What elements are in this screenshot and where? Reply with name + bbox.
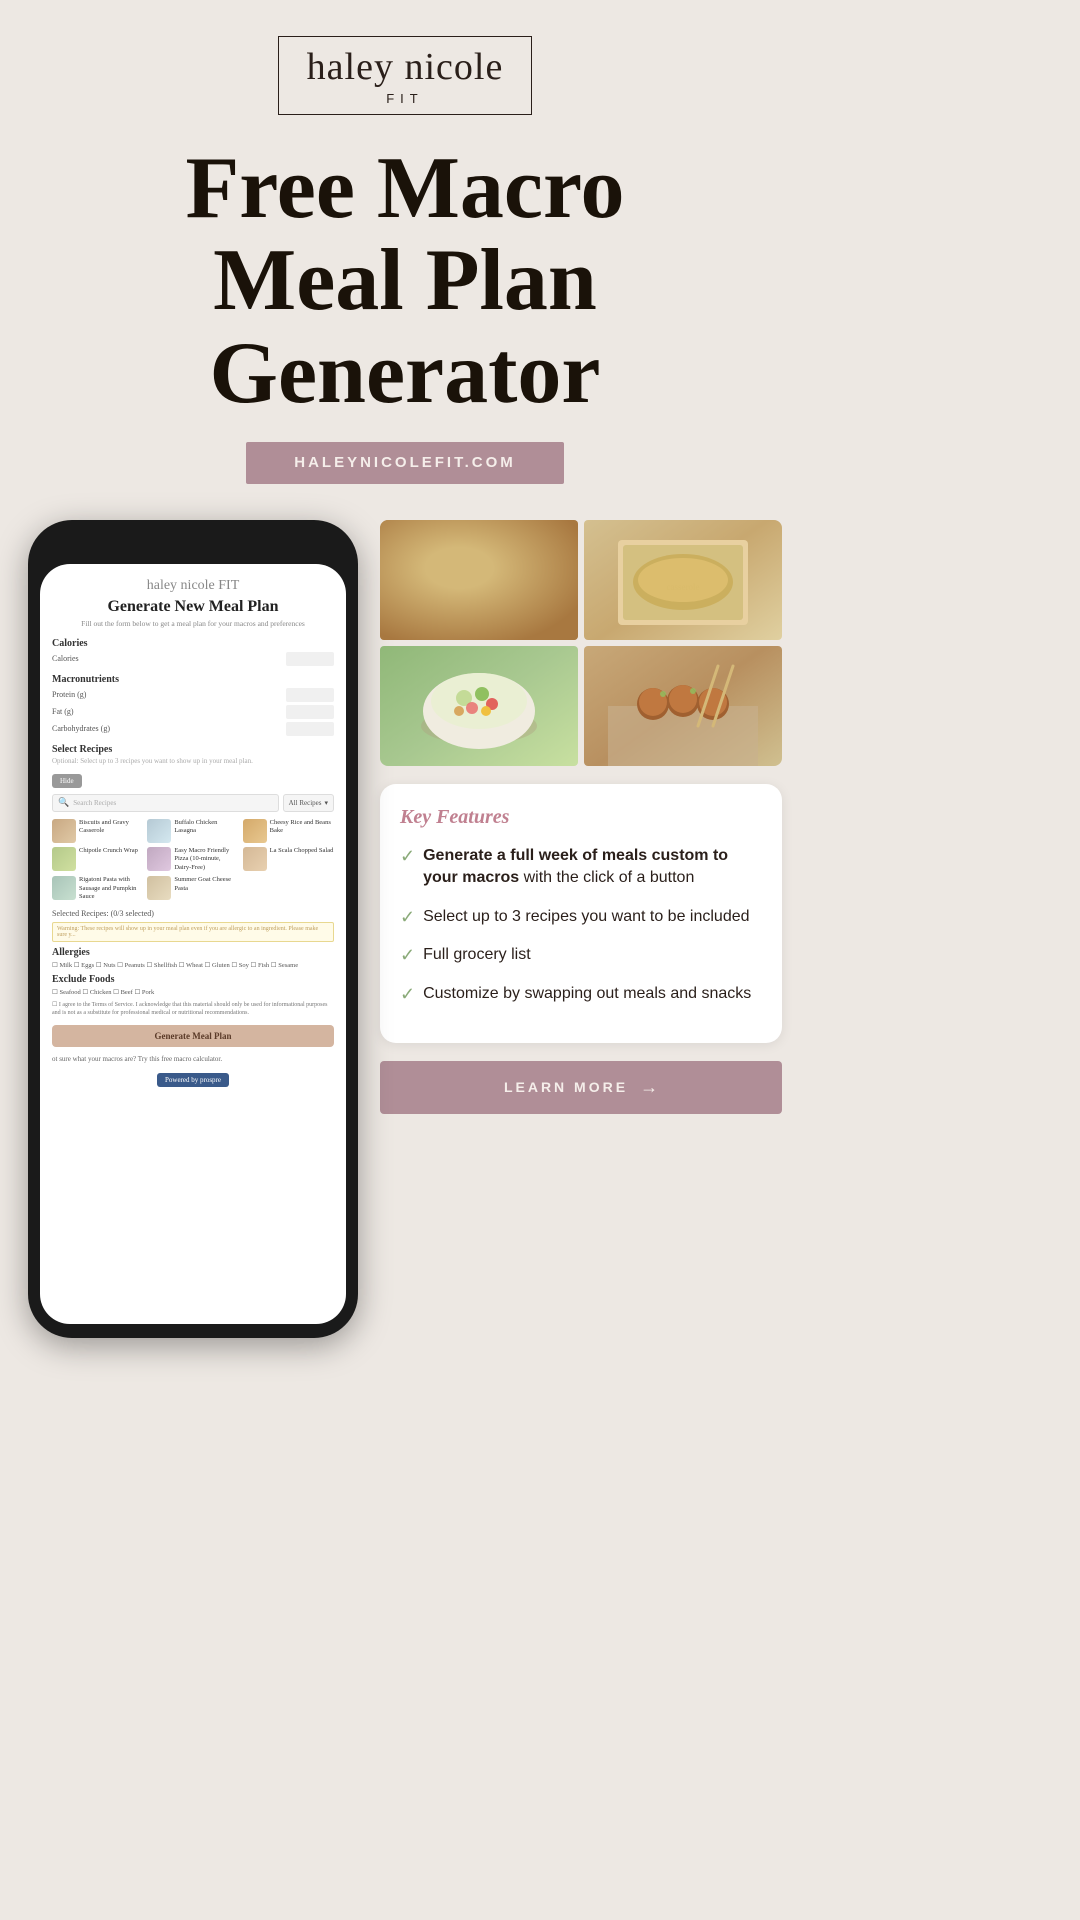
list-item[interactable]: Cheesy Rice and Beans Bake [243, 819, 334, 843]
list-item[interactable]: Summer Goat Cheese Pasta [147, 876, 238, 901]
phone-frame: haley nicole FIT Generate New Meal Plan … [28, 520, 358, 1338]
food-photo-chickpeas [380, 520, 578, 640]
search-icon: 🔍 [58, 797, 69, 808]
phone-screen-title: Generate New Meal Plan [52, 598, 334, 616]
recipe-grid: Biscuits and Gravy Casserole Buffalo Chi… [52, 819, 334, 902]
logo-section: haley nicole FIT [278, 36, 533, 115]
phone-screen-subtitle: Fill out the form below to get a meal pl… [52, 619, 334, 628]
fat-label: Fat (g) [52, 707, 74, 716]
url-text: HALEYNICOLEFIT.COM [294, 454, 516, 471]
food-photos-grid: casserole [380, 520, 782, 766]
recipe-name: Buffalo Chicken Lasagna [174, 819, 238, 836]
recipe-thumbnail [52, 847, 76, 871]
main-headline: Free Macro Meal Plan Generator [186, 143, 625, 420]
recipe-name: Summer Goat Cheese Pasta [174, 876, 238, 893]
allergies-label: Allergies [52, 947, 334, 958]
right-column: casserole [380, 520, 782, 1114]
recipe-thumbnail [147, 819, 171, 843]
checkmark-icon-2: ✓ [400, 907, 415, 928]
exclude-checkboxes[interactable]: ☐ Seafood ☐ Chicken ☐ Beef ☐ Pork [52, 988, 334, 996]
calories-label: Calories [52, 638, 334, 649]
recipe-thumbnail [52, 876, 76, 900]
search-box[interactable]: 🔍 Search Recipes [52, 794, 279, 812]
recipe-thumbnail [243, 847, 267, 871]
food-photo-casserole: casserole [584, 520, 782, 640]
calories-row: Calories [52, 652, 334, 666]
url-badge: HALEYNICOLEFIT.COM [246, 442, 564, 484]
phone-screen-logo-text: haley nicole FIT [52, 578, 334, 594]
recipe-name: La Scala Chopped Salad [270, 847, 334, 855]
carbs-label: Carbohydrates (g) [52, 724, 110, 733]
recipe-thumbnail [243, 819, 267, 843]
features-card: Key Features ✓ Generate a full week of m… [380, 784, 782, 1043]
allergies-checkboxes[interactable]: ☐ Milk ☐ Eggs ☐ Nuts ☐ Peanuts ☐ Shellfi… [52, 961, 334, 969]
phone-screen: haley nicole FIT Generate New Meal Plan … [40, 564, 346, 1324]
terms-text[interactable]: ☐ I agree to the Terms of Service. I ack… [52, 1001, 334, 1018]
feature-text-1: Generate a full week of meals custom to … [423, 845, 762, 890]
protein-input[interactable] [286, 688, 334, 702]
dropdown-label: All Recipes [289, 799, 322, 807]
learn-more-button[interactable]: LEARN MORE → [380, 1061, 782, 1114]
feature-item-3: ✓ Full grocery list [400, 944, 762, 966]
feature-item-1: ✓ Generate a full week of meals custom t… [400, 845, 762, 890]
headline-section: Free Macro Meal Plan Generator [156, 143, 655, 420]
dropdown-chevron-icon: ▾ [324, 799, 328, 807]
logo-box: haley nicole FIT [278, 36, 533, 115]
recipe-thumbnail [147, 847, 171, 871]
recipe-name: Cheesy Rice and Beans Bake [270, 819, 334, 836]
protein-row: Protein (g) [52, 688, 334, 702]
recipe-thumbnail [52, 819, 76, 843]
list-item[interactable]: Rigatoni Pasta with Sausage and Pumpkin … [52, 876, 143, 901]
selected-recipes-label: Selected Recipes: (0/3 selected) [52, 909, 334, 918]
arrow-icon: → [640, 1077, 658, 1098]
list-item[interactable]: Biscuits and Gravy Casserole [52, 819, 143, 843]
list-item[interactable]: Chipotle Crunch Wrap [52, 847, 143, 872]
logo-fit: FIT [307, 91, 504, 106]
search-placeholder-text: Search Recipes [73, 799, 116, 807]
bottom-section: haley nicole FIT Generate New Meal Plan … [0, 520, 810, 1338]
hide-button[interactable]: Hide [52, 774, 82, 788]
generate-meal-plan-button[interactable]: Generate Meal Plan [52, 1025, 334, 1047]
calories-field-label: Calories [52, 654, 79, 663]
recipe-name: Chipotle Crunch Wrap [79, 847, 138, 855]
feature-item-2: ✓ Select up to 3 recipes you want to be … [400, 906, 762, 928]
allergy-warning: Warning: These recipes will show up in y… [52, 922, 334, 942]
feature-text-4: Customize by swapping out meals and snac… [423, 983, 751, 1005]
food-photo-meatballs [584, 646, 782, 766]
checkmark-icon-1: ✓ [400, 846, 415, 867]
fat-row: Fat (g) [52, 705, 334, 719]
recipe-thumbnail [147, 876, 171, 900]
select-recipes-label: Select Recipes [52, 744, 334, 755]
checkmark-icon-4: ✓ [400, 984, 415, 1005]
recipe-name: Biscuits and Gravy Casserole [79, 819, 143, 836]
macro-link[interactable]: ot sure what your macros are? Try this f… [52, 1055, 334, 1063]
phone-notch [138, 534, 248, 558]
protein-label: Protein (g) [52, 690, 86, 699]
powered-by-badge: Powered by prospre [157, 1073, 229, 1087]
carbs-input[interactable] [286, 722, 334, 736]
search-row: 🔍 Search Recipes All Recipes ▾ [52, 794, 334, 812]
carbs-row: Carbohydrates (g) [52, 722, 334, 736]
select-recipes-hint: Optional: Select up to 3 recipes you wan… [52, 757, 334, 765]
food-photo-bowl [380, 646, 578, 766]
exclude-foods-label: Exclude Foods [52, 974, 334, 985]
logo-script: haley nicole [307, 47, 504, 89]
checkmark-icon-3: ✓ [400, 945, 415, 966]
features-title: Key Features [400, 806, 762, 829]
feature-item-4: ✓ Customize by swapping out meals and sn… [400, 983, 762, 1005]
list-item[interactable]: Easy Macro Friendly Pizza (10-minute, Da… [147, 847, 238, 872]
recipes-dropdown[interactable]: All Recipes ▾ [283, 794, 334, 812]
list-item[interactable]: La Scala Chopped Salad [243, 847, 334, 872]
feature-text-3: Full grocery list [423, 944, 531, 966]
phone-mockup: haley nicole FIT Generate New Meal Plan … [28, 520, 358, 1338]
learn-more-label: LEARN MORE [504, 1079, 628, 1095]
list-item[interactable]: Buffalo Chicken Lasagna [147, 819, 238, 843]
feature-text-2: Select up to 3 recipes you want to be in… [423, 906, 749, 928]
powered-by-row: Powered by prospre [52, 1069, 334, 1087]
recipe-name: Rigatoni Pasta with Sausage and Pumpkin … [79, 876, 143, 901]
macronutrients-label: Macronutrients [52, 674, 334, 685]
fat-input[interactable] [286, 705, 334, 719]
recipe-name: Easy Macro Friendly Pizza (10-minute, Da… [174, 847, 238, 872]
calories-input[interactable] [286, 652, 334, 666]
